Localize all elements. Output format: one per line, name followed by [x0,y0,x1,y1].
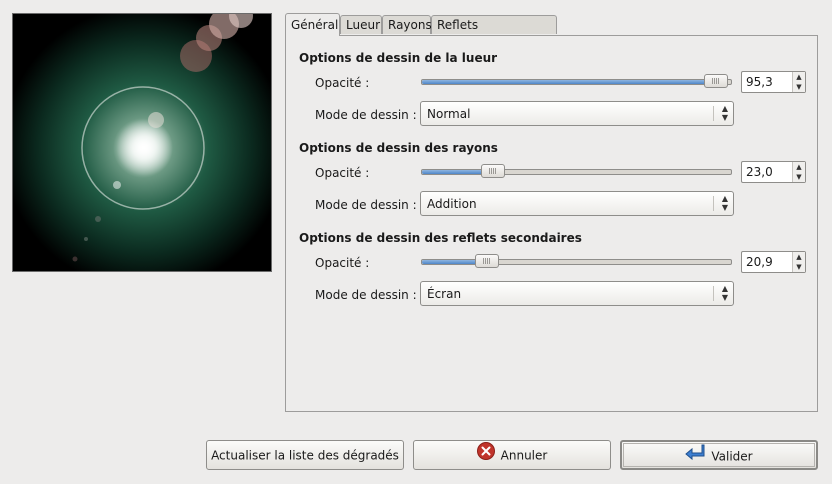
tab-rayons[interactable]: Rayons [382,15,432,34]
spin-arrows-icon[interactable]: ▲ ▼ [792,162,805,182]
cancel-button[interactable]: Annuler [413,440,611,470]
secondary-mode-combo[interactable]: Écran ▲ ▼ [420,281,734,306]
rays-mode-label: Mode de dessin : [315,198,417,212]
updown-arrow-icon: ▲ ▼ [721,104,728,122]
spin-value: 23,0 [746,165,773,179]
rays-section-title: Options de dessin des rayons [299,141,498,155]
slider-handle[interactable] [704,74,729,88]
tab-lueur[interactable]: Lueur [340,15,382,34]
rays-opacity-spinbutton[interactable]: 23,0 ▲ ▼ [741,161,806,183]
tab-label: Général [291,18,339,32]
glow-section-title: Options de dessin de la lueur [299,51,498,65]
tab-label: Lueur [346,18,381,32]
enter-arrow-icon [685,443,705,471]
combo-value: Addition [427,197,477,211]
combo-separator [713,286,714,301]
updown-arrow-icon: ▲ ▼ [721,194,728,212]
slider-handle[interactable] [481,164,506,178]
glow-opacity-spinbutton[interactable]: 95,3 ▲ ▼ [741,71,806,93]
combo-separator [713,106,714,121]
secondary-flares-section-title: Options de dessin des reflets secondaire… [299,231,582,245]
secondary-mode-label: Mode de dessin : [315,288,417,302]
ok-button[interactable]: Valider [620,440,818,470]
tab-general[interactable]: Général [285,13,340,36]
refresh-gradients-button[interactable]: Actualiser la liste des dégradés [206,440,404,470]
slider-handle[interactable] [474,254,499,268]
secondary-opacity-slider[interactable] [421,254,732,268]
glow-opacity-slider[interactable] [421,74,732,88]
tab-label: Rayons [388,18,432,32]
button-label: Valider [711,449,753,464]
rays-opacity-slider[interactable] [421,164,732,178]
button-label: Actualiser la liste des dégradés [211,448,399,463]
cancel-icon [476,441,495,470]
combo-value: Normal [427,107,471,121]
preview-canvas [13,14,271,271]
spin-value: 95,3 [746,75,773,89]
spin-arrows-icon[interactable]: ▲ ▼ [792,252,805,272]
rays-mode-combo[interactable]: Addition ▲ ▼ [420,191,734,216]
glow-mode-combo[interactable]: Normal ▲ ▼ [420,101,734,126]
rays-opacity-label: Opacité : [315,166,370,180]
secondary-opacity-spinbutton[interactable]: 20,9 ▲ ▼ [741,251,806,273]
lens-flare-preview[interactable] [12,13,272,272]
glow-opacity-label: Opacité : [315,76,370,90]
spin-value: 20,9 [746,255,773,269]
combo-separator [713,196,714,211]
secondary-opacity-label: Opacité : [315,256,370,270]
general-tab-panel: Options de dessin de la lueur Opacité : … [285,35,818,412]
combo-value: Écran [427,287,462,301]
tab-reflets-secondaires[interactable]: Reflets secondaires [431,15,557,51]
spin-arrows-icon[interactable]: ▲ ▼ [792,72,805,92]
updown-arrow-icon: ▲ ▼ [721,284,728,302]
button-label: Annuler [500,448,548,463]
slider-fill [422,80,717,84]
glow-mode-label: Mode de dessin : [315,108,417,122]
